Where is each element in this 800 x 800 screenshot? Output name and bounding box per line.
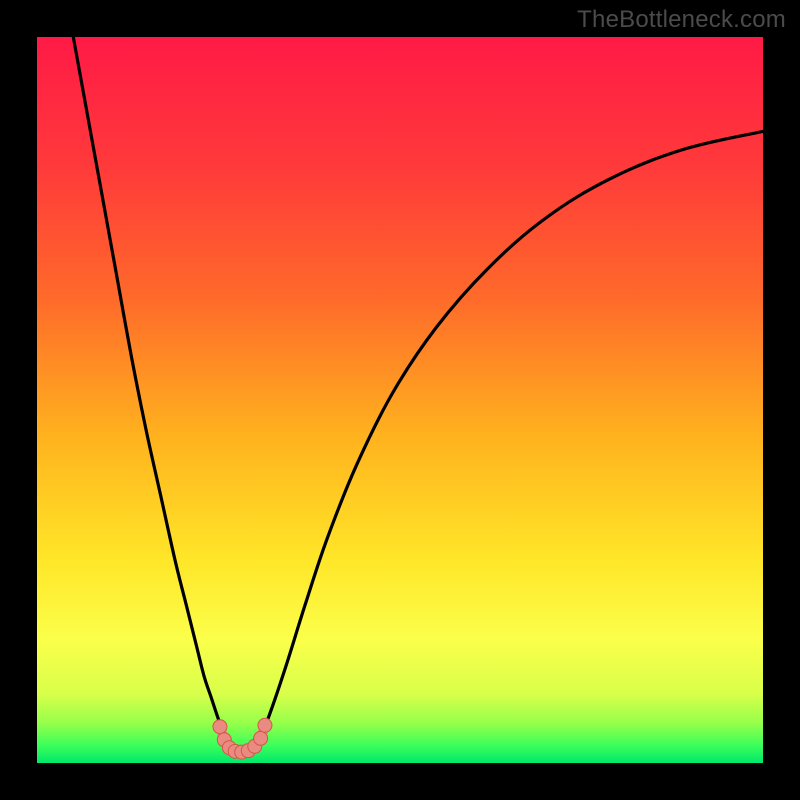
right-curve bbox=[255, 131, 763, 748]
curves-layer bbox=[37, 37, 763, 763]
valley-marker bbox=[213, 720, 227, 734]
watermark-text: TheBottleneck.com bbox=[577, 6, 786, 34]
plot-area bbox=[37, 37, 763, 763]
valley-marker bbox=[258, 718, 272, 732]
left-curve bbox=[73, 37, 233, 748]
chart-stage: TheBottleneck.com bbox=[0, 0, 800, 800]
valley-markers bbox=[213, 718, 272, 759]
valley-marker bbox=[254, 731, 268, 745]
